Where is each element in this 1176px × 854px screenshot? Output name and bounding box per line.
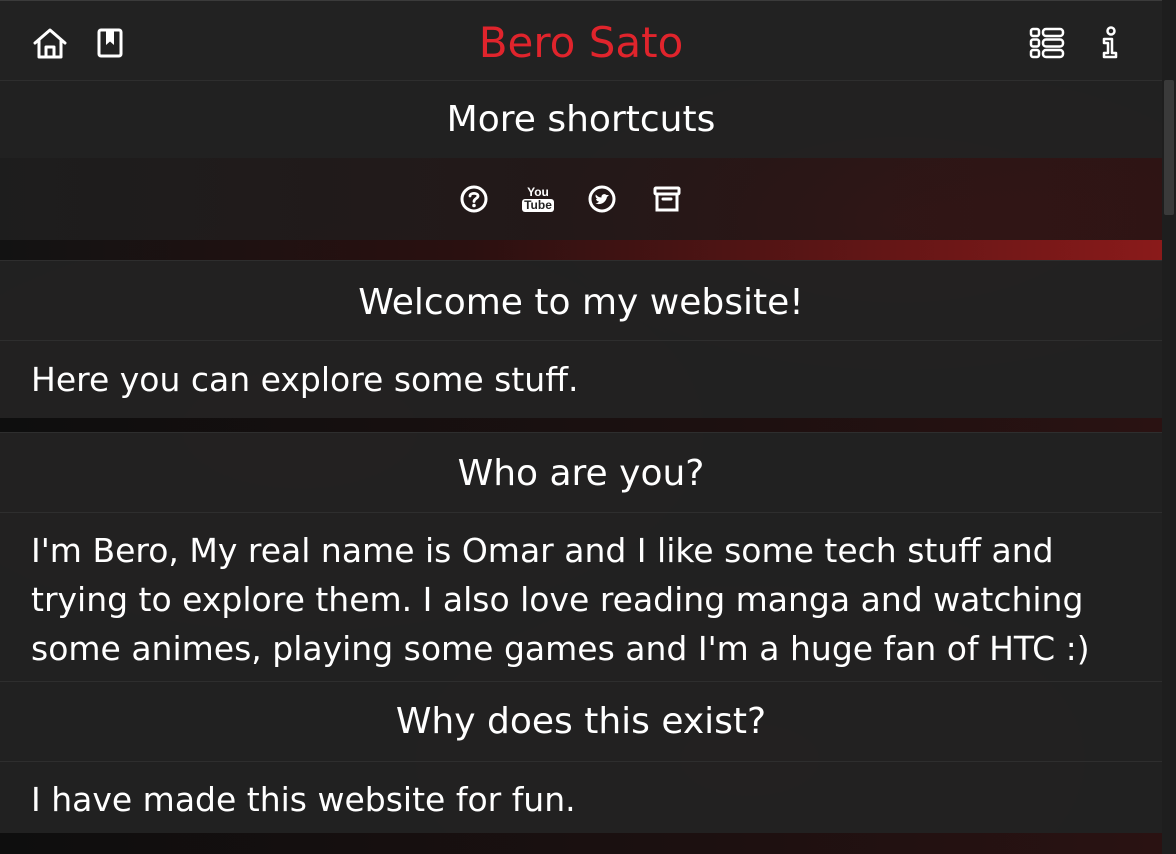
section-divider [0,833,1162,854]
welcome-text: Here you can explore some stuff. [31,360,579,399]
welcome-heading: Welcome to my website! [358,282,804,323]
help-icon[interactable] [457,182,491,216]
welcome-body: Here you can explore some stuff. [0,340,1162,418]
scrollbar-thumb[interactable] [1164,80,1174,215]
purpose-heading: Why does this exist? [395,701,767,742]
youtube-icon[interactable]: You Tube [521,182,555,216]
section-divider [0,240,1162,260]
archive-icon[interactable] [650,182,684,216]
welcome-header: Welcome to my website! [0,260,1162,340]
youtube-icon-bottom: Tube [522,198,554,212]
list-icon[interactable] [1029,25,1065,61]
page: Bero Sato More shortcuts You Tube Welcom… [0,0,1176,854]
about-text: I'm Bero, My real name is Omar and I lik… [31,531,1090,668]
purpose-header: Why does this exist? [0,681,1162,761]
about-header: Who are you? [0,432,1162,512]
section-divider [0,418,1162,432]
twitter-icon[interactable] [585,182,619,216]
scrollbar[interactable] [1162,0,1176,854]
purpose-body: I have made this website for fun. [0,761,1162,833]
purpose-text: I have made this website for fun. [31,780,576,819]
site-title[interactable]: Bero Sato [0,17,1162,69]
shortcuts-header: More shortcuts [0,80,1162,158]
top-navigation-bar: Bero Sato [0,0,1162,80]
shortcuts-heading: More shortcuts [446,99,716,140]
about-heading: Who are you? [457,453,705,494]
shortcuts-bar: You Tube [0,158,1162,240]
info-icon[interactable] [1092,25,1128,61]
about-body: I'm Bero, My real name is Omar and I lik… [0,512,1162,681]
